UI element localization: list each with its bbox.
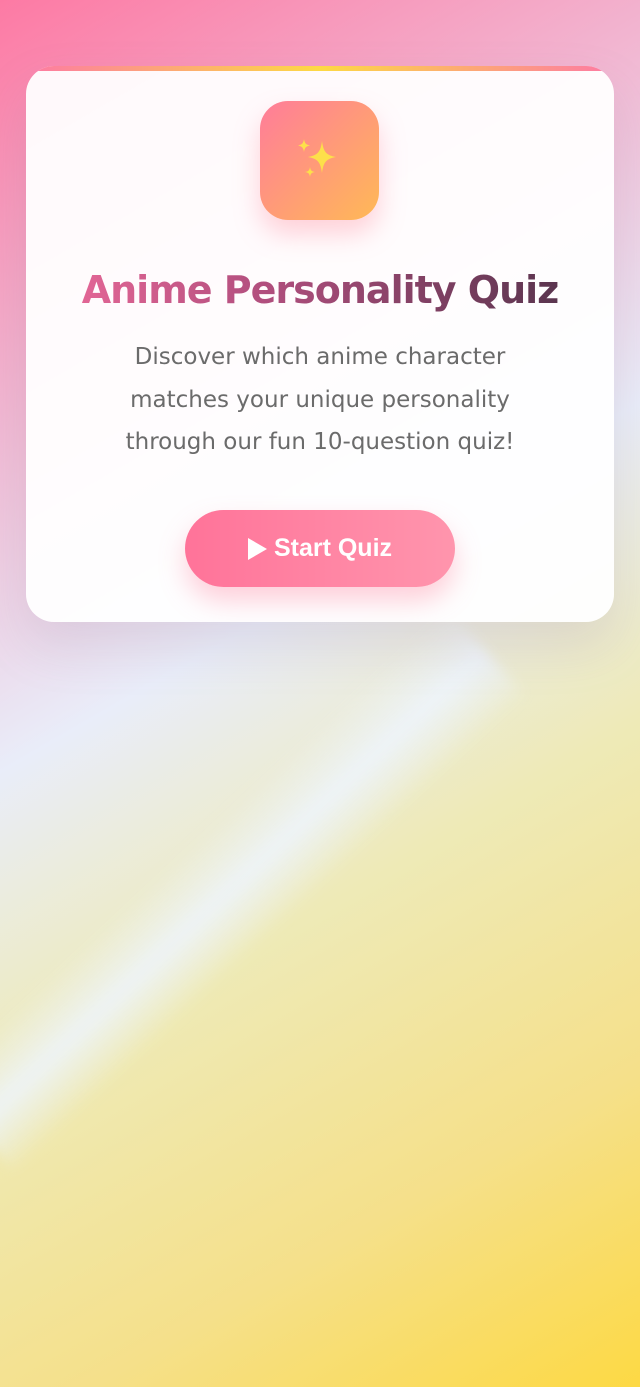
background-light-streak xyxy=(0,607,527,1173)
start-quiz-label: Start Quiz xyxy=(273,534,393,562)
quiz-description: Discover which anime character matches y… xyxy=(125,344,515,455)
quiz-title: Anime Personality Quiz xyxy=(26,262,614,318)
card-accent-bar xyxy=(26,66,614,71)
quiz-icon-tile xyxy=(260,101,379,220)
sparkles-icon xyxy=(298,139,336,177)
quiz-intro-card: Anime Personality Quiz Discover which an… xyxy=(26,66,614,622)
play-icon xyxy=(247,537,267,560)
start-quiz-button[interactable]: Start Quiz xyxy=(185,510,455,587)
